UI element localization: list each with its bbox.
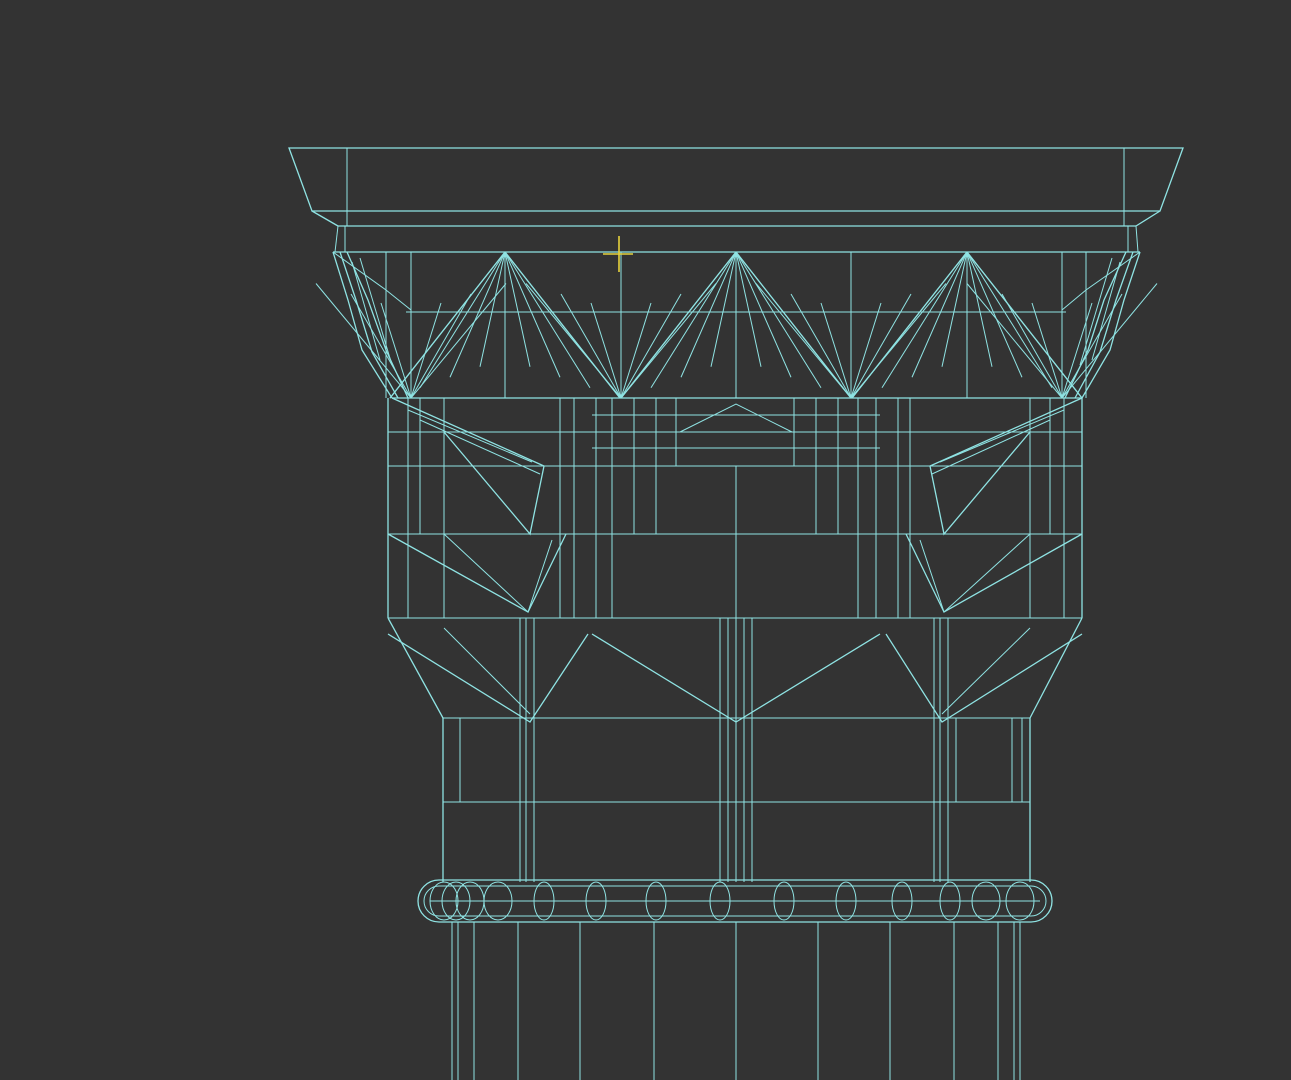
wire-edge xyxy=(966,251,1083,399)
wire-edge xyxy=(790,293,852,399)
wire-edge xyxy=(504,251,531,367)
wire-edge xyxy=(504,251,591,389)
wire-edge xyxy=(449,251,506,378)
3d-viewport-wireframe[interactable] xyxy=(0,0,1291,1080)
wire-edge xyxy=(1061,283,1158,399)
wire-edge xyxy=(820,302,852,399)
wire-edge xyxy=(590,302,622,399)
column-shaft xyxy=(451,922,1021,1080)
wire-edge xyxy=(620,251,737,399)
wire-edge xyxy=(620,302,652,399)
wire-edge xyxy=(419,251,506,389)
wire-edge xyxy=(620,293,682,399)
wire-edge xyxy=(735,251,822,389)
wire-edge xyxy=(479,251,506,367)
wire-edge xyxy=(735,251,762,367)
wire-edge xyxy=(650,251,737,389)
wire-edge xyxy=(1031,302,1063,399)
wire-edge xyxy=(410,302,442,399)
wire-edge xyxy=(735,251,792,378)
wire-edge xyxy=(941,251,968,367)
wire-edge xyxy=(710,251,737,367)
wire-edge xyxy=(755,283,852,399)
wire-edge xyxy=(680,251,737,378)
wire-edge xyxy=(735,251,852,399)
wire-edge xyxy=(966,283,1063,399)
wire-edge xyxy=(850,302,882,399)
wire-edge xyxy=(620,283,717,399)
abacus xyxy=(288,147,1184,253)
wire-edge xyxy=(1001,293,1063,399)
wire-edge xyxy=(881,251,968,389)
wire-edge xyxy=(410,283,507,399)
capital-body xyxy=(387,397,1083,882)
wire-edge xyxy=(850,283,947,399)
wire-edge xyxy=(389,251,506,399)
wire-edge xyxy=(350,293,412,399)
wire-edge xyxy=(850,293,912,399)
crosshair-cursor-icon xyxy=(603,236,633,272)
wire-edge xyxy=(410,293,472,399)
wireframe-canvas[interactable] xyxy=(0,0,1291,1080)
frieze-band xyxy=(333,251,1140,399)
astragal-ring xyxy=(417,879,1053,923)
wire-edge xyxy=(560,293,622,399)
wire-edge xyxy=(966,251,1053,389)
wire-edge xyxy=(525,283,622,399)
